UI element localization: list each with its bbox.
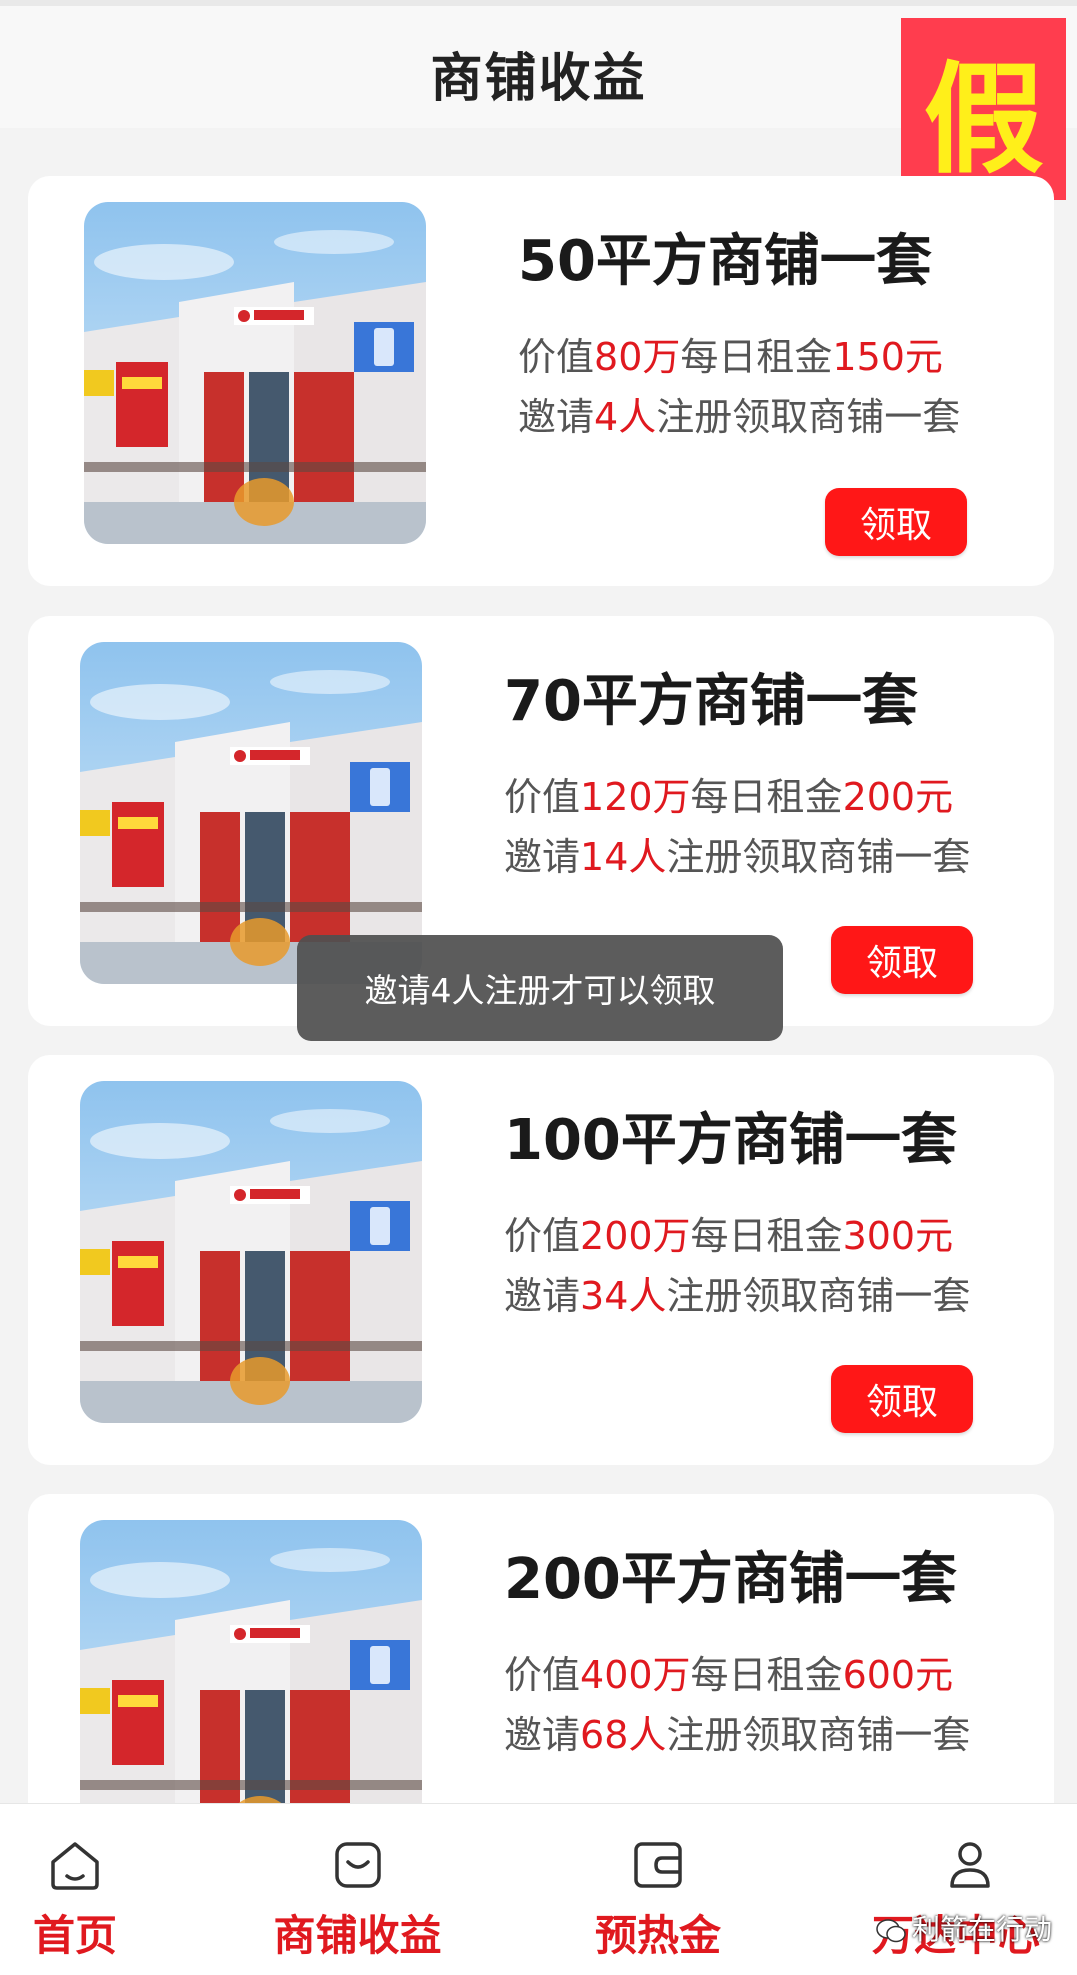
shop-title: 70平方商铺一套 (504, 669, 918, 734)
value-amount: 80万 (594, 335, 681, 379)
shop-title: 200平方商铺一套 (504, 1547, 957, 1612)
invite-count: 34人 (580, 1274, 667, 1318)
mall-thumbnail (84, 202, 426, 544)
home-icon (51, 1842, 99, 1890)
wechat-icon (876, 1919, 906, 1943)
mall-thumbnail (80, 642, 422, 984)
value-line: 价值80万每日租金150元 (518, 335, 943, 379)
claim-button[interactable]: 领取 (825, 488, 967, 556)
bottom-tab-bar: 首页 商铺收益 预热金 万达中心 (0, 1803, 1077, 1975)
rent-amount: 200元 (842, 775, 954, 819)
tab-wanda-center[interactable]: 万达中心 (862, 1804, 1077, 1975)
tab-label: 首页 (32, 1911, 117, 1960)
invite-line: 邀请34人注册领取商铺一套 (504, 1274, 971, 1318)
rent-amount: 150元 (832, 335, 943, 379)
shop-card: 50平方商铺一套 价值80万每日租金150元 邀请4人注册领取商铺一套 领取 (28, 176, 1054, 586)
rent-amount: 300元 (842, 1214, 954, 1258)
value-amount: 120万 (580, 775, 691, 819)
smile-bag-icon (334, 1842, 381, 1888)
toast-message: 邀请4人注册才可以领取 (297, 935, 783, 1041)
tab-home[interactable]: 首页 (0, 1804, 150, 1975)
value-line: 价值400万每日租金600元 (504, 1653, 954, 1697)
mall-thumbnail (80, 1081, 422, 1423)
invite-line: 邀请4人注册领取商铺一套 (518, 395, 961, 439)
claim-button[interactable]: 领取 (831, 926, 973, 994)
value-line: 价值120万每日租金200元 (504, 775, 954, 819)
value-amount: 400万 (580, 1653, 691, 1697)
invite-count: 68人 (580, 1713, 667, 1757)
tab-shop-income[interactable]: 商铺收益 (250, 1804, 465, 1975)
invite-count: 14人 (580, 835, 667, 879)
user-icon (949, 1842, 990, 1888)
rent-amount: 600元 (842, 1653, 954, 1697)
value-amount: 200万 (580, 1214, 691, 1258)
tab-warmup-fund[interactable]: 预热金 (563, 1804, 753, 1975)
invite-count: 4人 (594, 395, 657, 439)
invite-line: 邀请14人注册领取商铺一套 (504, 835, 971, 879)
value-line: 价值200万每日租金300元 (504, 1214, 954, 1258)
invite-line: 邀请68人注册领取商铺一套 (504, 1713, 971, 1757)
shop-title: 100平方商铺一套 (504, 1108, 957, 1173)
shop-title: 50平方商铺一套 (518, 229, 932, 294)
watermark: 利箭在行动 (876, 1908, 1052, 1948)
claim-button[interactable]: 领取 (831, 1365, 973, 1433)
fake-badge: 假 (901, 18, 1066, 200)
wallet-icon (634, 1842, 682, 1888)
shop-card: 100平方商铺一套 价值200万每日租金300元 邀请34人注册领取商铺一套 领… (28, 1055, 1054, 1465)
tab-label: 商铺收益 (273, 1911, 442, 1960)
tab-label: 预热金 (594, 1911, 721, 1960)
